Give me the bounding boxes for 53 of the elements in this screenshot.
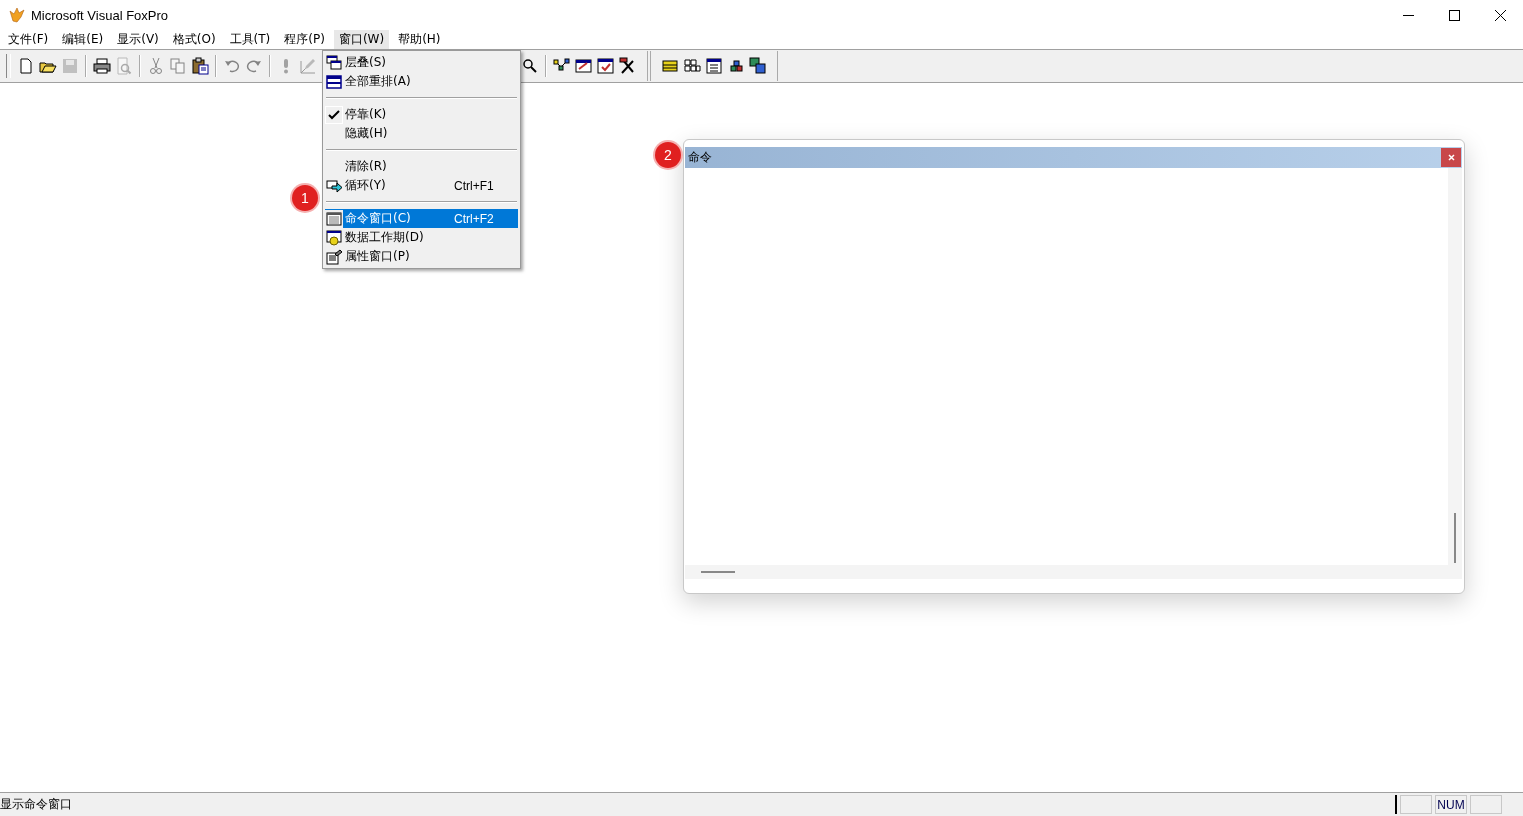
window-icon	[326, 54, 342, 71]
fox-logo-icon	[9, 7, 25, 23]
menu-item[interactable]: 清除(R)	[325, 157, 518, 176]
window-title: Microsoft Visual FoxPro	[31, 7, 170, 23]
menu-item[interactable]: 窗口(W)	[333, 30, 390, 49]
magnifier-icon[interactable]	[521, 57, 539, 75]
redo-icon[interactable]	[245, 57, 263, 75]
menu-item[interactable]: 命令窗口(C) Ctrl+F2	[325, 209, 518, 228]
window-icon	[326, 229, 342, 246]
menu-item[interactable]: 属性窗口(P)	[325, 247, 518, 266]
callout-badge: 2	[655, 142, 681, 168]
menu-item[interactable]: 程序(P)	[279, 30, 330, 49]
scissors-icon[interactable]	[147, 57, 165, 75]
menu-item[interactable]: 全部重排(A)	[325, 72, 518, 91]
window-icon	[326, 210, 342, 227]
menu-item[interactable]: 层叠(S)	[325, 53, 518, 72]
menu-item[interactable]: 帮助(H)	[393, 30, 446, 49]
menu-item[interactable]: 停靠(K)	[325, 105, 518, 124]
window-list-icon[interactable]	[705, 57, 723, 75]
printer-icon[interactable]	[93, 57, 111, 75]
menu-item[interactable]: 数据工作期(D)	[325, 228, 518, 247]
menu-item[interactable]: 工具(T)	[224, 30, 276, 49]
undo-icon[interactable]	[223, 57, 241, 75]
close-button[interactable]	[1441, 148, 1461, 167]
menu-item[interactable]: 循环(Y) Ctrl+F1	[325, 176, 518, 195]
window-icon	[326, 248, 342, 265]
command-window-title: 命令	[688, 149, 713, 166]
hammer-wrench-icon[interactable]	[619, 57, 637, 75]
colored-blocks-icon[interactable]	[727, 57, 745, 75]
close-icon	[1447, 154, 1455, 161]
scrollbar-thumb[interactable]	[701, 571, 735, 573]
callout-badge: 1	[292, 185, 318, 211]
scrollbar-thumb[interactable]	[1454, 513, 1456, 563]
paste-icon[interactable]	[191, 57, 209, 75]
close-icon[interactable]	[1494, 9, 1506, 21]
menu-item[interactable]: 显示(V)	[112, 30, 164, 49]
form-wizard-icon[interactable]	[575, 57, 593, 75]
maximize-icon[interactable]	[1448, 9, 1460, 21]
status-message: 显示命令窗口	[0, 796, 73, 813]
checked-window-icon[interactable]	[597, 57, 615, 75]
window-icon	[326, 177, 342, 194]
menu-item[interactable]: 编辑(E)	[57, 30, 109, 49]
menu-item[interactable]: 文件(F)	[3, 30, 54, 49]
database-table-icon[interactable]	[661, 57, 679, 75]
status-panel	[1400, 795, 1432, 814]
num-lock-indicator: NUM	[1435, 795, 1467, 814]
window-icon	[326, 73, 342, 90]
menu-item[interactable]: 格式(O)	[167, 30, 221, 49]
grid-icon[interactable]	[683, 57, 701, 75]
menu-item[interactable]: 隐藏(H)	[325, 124, 518, 143]
new-file-icon[interactable]	[17, 57, 35, 75]
linked-windows-icon[interactable]	[749, 57, 767, 75]
status-panel	[1470, 795, 1502, 814]
